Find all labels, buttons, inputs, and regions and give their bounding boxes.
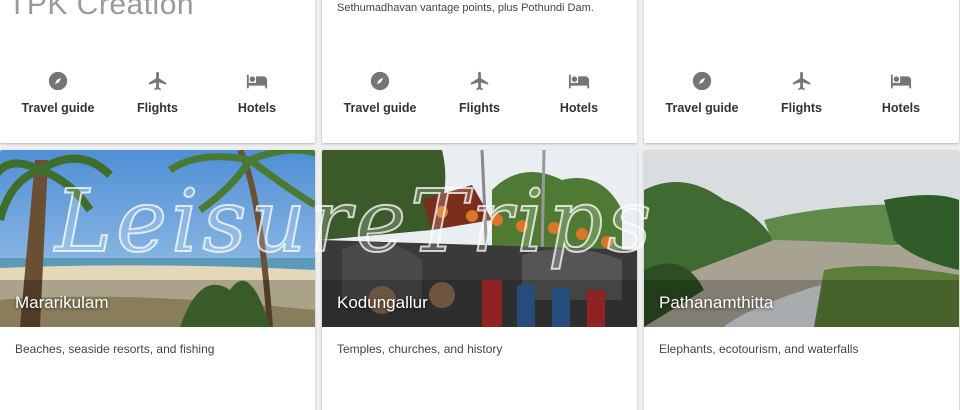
bed-icon xyxy=(568,74,590,89)
destination-title[interactable]: Mararikulam xyxy=(15,293,109,313)
hotels-button[interactable]: Hotels xyxy=(543,70,615,115)
flights-label: Flights xyxy=(459,101,500,115)
flights-button[interactable]: Flights xyxy=(444,70,516,115)
travel-guide-button[interactable]: Travel guide xyxy=(22,70,94,115)
flights-label: Flights xyxy=(781,101,822,115)
travel-guide-label: Travel guide xyxy=(665,101,739,115)
destination-description: Temples, churches, and history xyxy=(337,342,503,356)
top-card-2: Sethumadhavan vantage points, plus Pothu… xyxy=(322,0,637,143)
action-row: Travel guide Flights Hotels xyxy=(644,70,959,115)
destination-title[interactable]: Pathanamthitta xyxy=(659,293,773,313)
destination-card-mararikulam[interactable]: Mararikulam Beaches, seaside resorts, an… xyxy=(0,150,315,410)
top-card-1: TPK Creation Travel guide Flights Hotels xyxy=(0,0,315,143)
top-card-3: Travel guide Flights Hotels xyxy=(644,0,959,143)
flights-button[interactable]: Flights xyxy=(766,70,838,115)
plane-icon xyxy=(148,71,166,91)
hotels-button[interactable]: Hotels xyxy=(865,70,937,115)
bed-icon xyxy=(890,74,912,89)
travel-guide-button[interactable]: Travel guide xyxy=(344,70,416,115)
travel-guide-label: Travel guide xyxy=(21,101,95,115)
hotels-label: Hotels xyxy=(881,101,921,115)
plane-icon xyxy=(470,71,488,91)
plane-icon xyxy=(792,71,810,91)
bed-icon xyxy=(246,74,268,89)
card-subtitle: Sethumadhavan vantage points, plus Pothu… xyxy=(337,2,594,14)
travel-guide-button[interactable]: Travel guide xyxy=(666,70,738,115)
flights-button[interactable]: Flights xyxy=(122,70,194,115)
action-row: Travel guide Flights Hotels xyxy=(0,70,315,115)
hotels-label: Hotels xyxy=(237,101,277,115)
hotels-label: Hotels xyxy=(559,101,599,115)
destination-title[interactable]: Kodungallur xyxy=(337,293,428,313)
flights-label: Flights xyxy=(137,101,178,115)
travel-guide-label: Travel guide xyxy=(343,101,417,115)
hotels-button[interactable]: Hotels xyxy=(221,70,293,115)
destination-card-pathanamthitta[interactable]: Pathanamthitta Elephants, ecotourism, an… xyxy=(644,150,959,410)
compass-icon xyxy=(370,71,390,91)
action-row: Travel guide Flights Hotels xyxy=(322,70,637,115)
destination-description: Elephants, ecotourism, and waterfalls xyxy=(659,342,859,356)
compass-icon xyxy=(692,71,712,91)
brand-text: TPK Creation xyxy=(8,0,195,21)
compass-icon xyxy=(48,71,68,91)
destination-description: Beaches, seaside resorts, and fishing xyxy=(15,342,215,356)
destination-card-kodungallur[interactable]: Kodungallur Temples, churches, and histo… xyxy=(322,150,637,410)
